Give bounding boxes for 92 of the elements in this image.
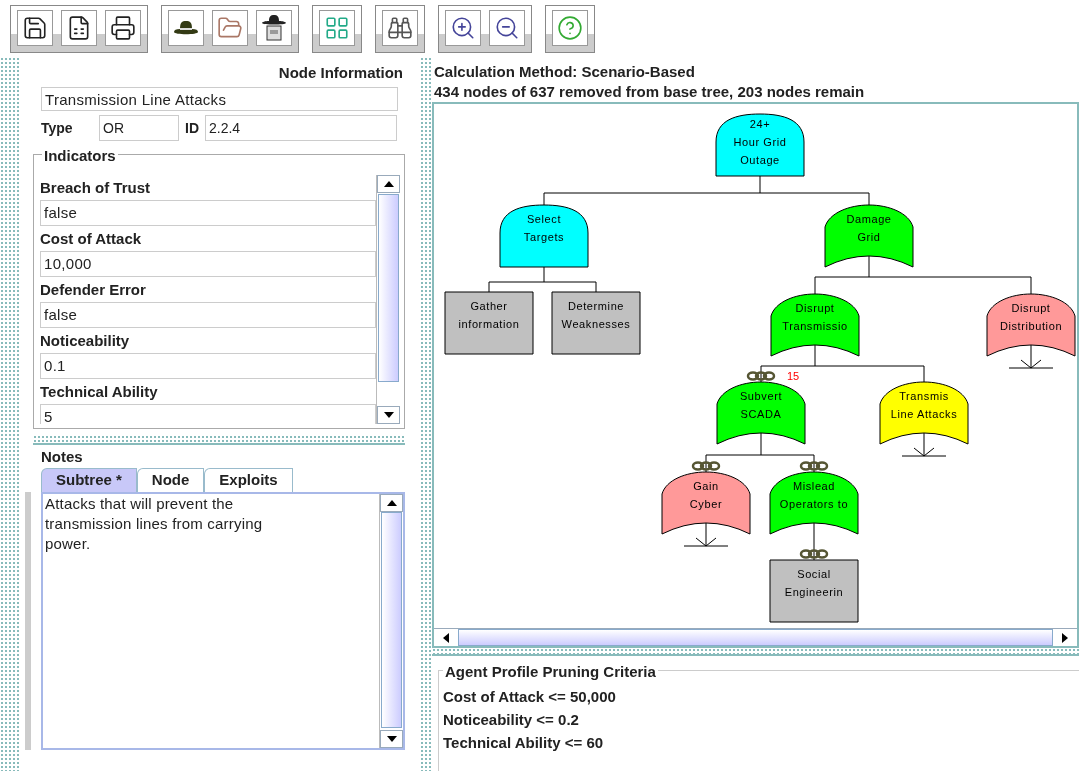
hat-icon (173, 19, 199, 36)
collapsed-marker-icon[interactable] (901, 432, 947, 457)
splitter-handle[interactable] (420, 57, 432, 771)
scroll-thumb[interactable] (381, 512, 402, 728)
print-button[interactable] (105, 9, 141, 46)
node-label: Select Targets (523, 213, 565, 243)
zoom-in-button[interactable] (445, 9, 481, 46)
down-arrow-icon (383, 412, 394, 418)
tree-node[interactable] (769, 559, 859, 623)
scroll-thumb[interactable] (378, 194, 399, 382)
indicator-value-field[interactable]: false (40, 302, 376, 328)
splitter-handle[interactable] (33, 435, 405, 445)
notes-text-area[interactable]: Attacks that will prevent the transmission lines from carrying power. (41, 492, 405, 750)
grid-icon (324, 14, 350, 41)
scrollbar[interactable] (379, 494, 403, 748)
export-button[interactable] (61, 9, 97, 46)
node-label: Mislead Operators to (779, 480, 849, 510)
spy-icon (261, 13, 287, 42)
tree-node[interactable] (986, 293, 1076, 357)
printer-icon (110, 14, 136, 41)
indicator-value-field[interactable]: 10,000 (40, 251, 376, 277)
node-label: Social Engineerin (784, 568, 844, 598)
down-arrow-icon (386, 736, 397, 742)
tree-node[interactable] (770, 293, 860, 357)
collapsed-marker-icon[interactable] (683, 522, 729, 547)
tree-node[interactable] (715, 113, 805, 177)
right-arrow-icon (1062, 632, 1068, 643)
splitter-handle[interactable] (0, 57, 20, 771)
node-label: Gather information (458, 300, 520, 330)
indicator-label: Technical Ability (40, 382, 159, 402)
count-label: 15 (787, 370, 800, 382)
node-label: Disrupt Transmissio (782, 302, 848, 332)
chain-icon (691, 461, 721, 471)
tree-node[interactable] (661, 471, 751, 535)
help-icon (557, 14, 583, 41)
tree-node[interactable] (879, 381, 969, 445)
criterion-text: Noticeability <= 0.2 (443, 710, 580, 730)
tree-node[interactable] (551, 291, 641, 355)
node-label: 24+ Hour Grid Outage (733, 118, 787, 166)
criterion-text: Technical Ability <= 60 (443, 733, 605, 753)
tree-node[interactable] (444, 291, 534, 355)
view-button[interactable] (319, 9, 355, 46)
tree-node[interactable] (716, 381, 806, 445)
tab[interactable]: Subtree * (41, 468, 137, 492)
field-label: ID (185, 118, 200, 138)
node-label: Damage Grid (846, 213, 892, 243)
tree-canvas[interactable] (432, 102, 1079, 648)
save-button[interactable] (17, 9, 53, 46)
indicator-value-field[interactable]: 5 (40, 404, 376, 424)
open-profile-button[interactable] (212, 9, 248, 46)
tree-node[interactable] (769, 471, 859, 535)
name-field[interactable]: Transmission Line Attacks (41, 87, 398, 111)
binoculars-icon (387, 14, 413, 41)
criterion-text: Cost of Attack <= 50,000 (443, 687, 617, 707)
node-label: Disrupt Distribution (999, 302, 1063, 332)
find-button[interactable] (382, 9, 418, 46)
tab[interactable]: Exploits (204, 468, 293, 492)
left-arrow-icon (443, 632, 449, 643)
indicator-label: Defender Error (40, 280, 147, 300)
node-label: Gain Cyber (689, 480, 723, 510)
profile-button[interactable] (168, 9, 204, 46)
section-title: Notes (41, 447, 84, 467)
indicator-label: Noticeability (40, 331, 131, 351)
indicator-label: Breach of Trust (40, 178, 152, 198)
up-arrow-icon (383, 181, 394, 187)
node-label: Subvert SCADA (739, 390, 783, 420)
zoom-out-icon (494, 14, 520, 41)
indicator-value-field[interactable]: 0.1 (40, 353, 376, 379)
chain-icon (799, 549, 829, 559)
chain-icon (799, 461, 829, 471)
agent-button[interactable] (256, 9, 292, 46)
notes-text: Attacks that will prevent the transmission lines from carrying power. (44, 494, 264, 554)
pruning-summary: 434 nodes of 637 removed from base tree, 203 nodes remain (434, 82, 866, 102)
field-label: Type (41, 118, 74, 138)
id-field[interactable]: 2.2.4 (205, 115, 397, 141)
tree-node[interactable] (499, 204, 589, 268)
calculation-method: Calculation Method: Scenario-Based (434, 62, 696, 82)
indicator-label: Cost of Attack (40, 229, 143, 249)
node-label: Determine Weaknesses (561, 300, 631, 330)
panel-title: Node Information (277, 63, 404, 83)
tab[interactable]: Node (136, 468, 205, 492)
chain-icon (746, 371, 776, 381)
scrollbar[interactable] (376, 175, 400, 424)
tree-node[interactable] (824, 204, 914, 268)
splitter-handle[interactable] (432, 648, 1079, 656)
zoom-out-button[interactable] (489, 9, 525, 46)
help-button[interactable] (552, 9, 588, 46)
node-label: Transmis Line Attacks (890, 390, 958, 420)
up-arrow-icon (386, 500, 397, 506)
type-field[interactable]: OR (99, 115, 179, 141)
collapsed-marker-icon[interactable] (1008, 344, 1054, 369)
indicator-value-field[interactable]: false (40, 200, 376, 226)
